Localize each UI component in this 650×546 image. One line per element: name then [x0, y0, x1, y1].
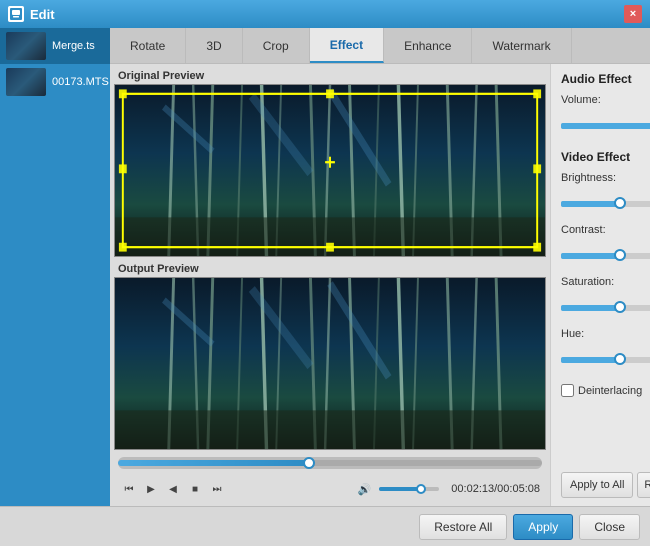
progress-track — [118, 460, 542, 466]
brightness-slider-row: ▲ ▼ — [561, 194, 650, 214]
video-panels: Original Preview — [110, 64, 550, 506]
saturation-slider-track[interactable] — [561, 305, 650, 311]
sidebar-item-merge-label: Merge.ts — [52, 40, 95, 52]
volume-slider-track[interactable] — [561, 123, 650, 129]
skip-forward-button[interactable]: ⏭ — [208, 480, 226, 498]
progress-thumb[interactable] — [303, 457, 315, 469]
tab-enhance[interactable]: Enhance — [384, 28, 472, 63]
window-title: Edit — [30, 7, 624, 22]
tab-rotate[interactable]: Rotate — [110, 28, 186, 63]
saturation-slider-thumb[interactable] — [614, 301, 626, 313]
transport-controls: ⏮ ▶ ◀ ■ ⏭ 🔊 00:02:13/00:05:08 — [114, 476, 546, 502]
restore-defaults-button[interactable]: Restore Defaults — [637, 472, 650, 498]
controls-panel: Audio Effect Volume: Video Effect — [550, 64, 650, 506]
sidebar-item-file[interactable]: 00173.MTS — [0, 64, 110, 100]
apply-button[interactable]: Apply — [513, 514, 573, 540]
brightness-label: Brightness: — [561, 172, 616, 184]
deinterlacing-row: Deinterlacing — [561, 384, 650, 397]
saturation-label-row: Saturation: — [561, 276, 650, 288]
restore-all-button[interactable]: Restore All — [419, 514, 507, 540]
step-back-button[interactable]: ◀ — [164, 480, 182, 498]
original-preview-label: Original Preview — [114, 68, 546, 84]
audio-effect-label: Audio Effect — [561, 72, 650, 86]
original-video-frame — [114, 84, 546, 257]
tab-crop[interactable]: Crop — [243, 28, 310, 63]
progress-bar[interactable] — [118, 457, 542, 469]
main-container: Merge.ts 00173.MTS Rotate 3D Crop — [0, 28, 650, 546]
action-buttons-row: Apply to All Restore Defaults — [561, 472, 650, 498]
volume-slider-row — [561, 116, 650, 136]
close-window-button[interactable]: × — [624, 5, 642, 23]
contrast-label: Contrast: — [561, 224, 606, 236]
volume-slider-fill — [561, 123, 650, 129]
original-preview-section: Original Preview — [114, 68, 546, 257]
contrast-slider-thumb[interactable] — [614, 249, 626, 261]
app-icon — [8, 6, 24, 22]
tab-watermark[interactable]: Watermark — [472, 28, 571, 63]
stop-button[interactable]: ■ — [186, 480, 204, 498]
volume-fill — [379, 487, 421, 491]
volume-label: Volume: — [561, 94, 626, 106]
output-preview-label: Output Preview — [114, 261, 546, 277]
bottom-bar: Restore All Apply Close — [0, 506, 650, 546]
volume-row: Volume: — [561, 94, 650, 106]
deinterlacing-checkbox[interactable] — [561, 384, 574, 397]
sidebar-item-merge[interactable]: Merge.ts — [0, 28, 110, 64]
close-button[interactable]: Close — [579, 514, 640, 540]
volume-icon: 🔊 — [358, 483, 372, 496]
brightness-label-row: Brightness: — [561, 172, 650, 184]
apply-to-all-button[interactable]: Apply to All — [561, 472, 633, 498]
saturation-slider-row: ▲ ▼ — [561, 298, 650, 318]
panels-row: Original Preview — [110, 64, 650, 506]
output-video-frame — [114, 277, 546, 450]
hue-slider-row: ▲ ▼ — [561, 350, 650, 370]
progress-fill — [118, 460, 309, 466]
output-preview-section: Output Preview — [114, 261, 546, 450]
contrast-slider-row: ▲ ▼ — [561, 246, 650, 266]
content-area: Merge.ts 00173.MTS Rotate 3D Crop — [0, 28, 650, 506]
contrast-slider-track[interactable] — [561, 253, 650, 259]
hue-label-row: Hue: — [561, 328, 650, 340]
play-button[interactable]: ▶ — [142, 480, 160, 498]
brightness-slider-thumb[interactable] — [614, 197, 626, 209]
sidebar: Merge.ts 00173.MTS — [0, 28, 110, 506]
video-effect-label: Video Effect — [561, 150, 650, 164]
tab-3d[interactable]: 3D — [186, 28, 242, 63]
right-panel: Rotate 3D Crop Effect Enhance Watermark — [110, 28, 650, 506]
brightness-slider-track[interactable] — [561, 201, 650, 207]
hue-label: Hue: — [561, 328, 584, 340]
contrast-label-row: Contrast: — [561, 224, 650, 236]
hue-slider-track[interactable] — [561, 357, 650, 363]
skip-back-button[interactable]: ⏮ — [120, 480, 138, 498]
timecode: 00:02:13/00:05:08 — [451, 483, 540, 495]
volume-slider[interactable] — [379, 487, 439, 491]
saturation-label: Saturation: — [561, 276, 614, 288]
sidebar-thumbnail-file — [6, 68, 46, 96]
sidebar-item-file-label: 00173.MTS — [52, 76, 109, 88]
title-bar: Edit × — [0, 0, 650, 28]
sidebar-thumbnail-merge — [6, 32, 46, 60]
tab-bar: Rotate 3D Crop Effect Enhance Watermark — [110, 28, 650, 64]
hue-slider-thumb[interactable] — [614, 353, 626, 365]
volume-thumb[interactable] — [416, 484, 426, 494]
tab-effect[interactable]: Effect — [310, 28, 384, 63]
deinterlacing-label: Deinterlacing — [578, 385, 642, 397]
